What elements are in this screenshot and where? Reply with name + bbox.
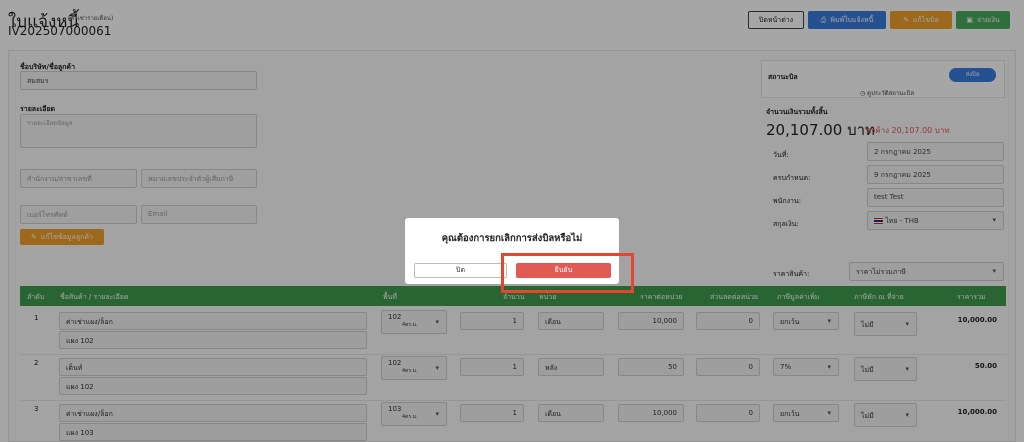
invoice-page: ใบแจ้งหนี้ (ค่าเช่ารายเดือน) IV202507000… (0, 0, 1024, 442)
dialog-close-button[interactable]: ปิด (414, 263, 507, 278)
confirm-highlight-box (501, 253, 634, 293)
dialog-title: คุณต้องการยกเลิกการส่งบิลหรือไม่ (441, 233, 583, 244)
